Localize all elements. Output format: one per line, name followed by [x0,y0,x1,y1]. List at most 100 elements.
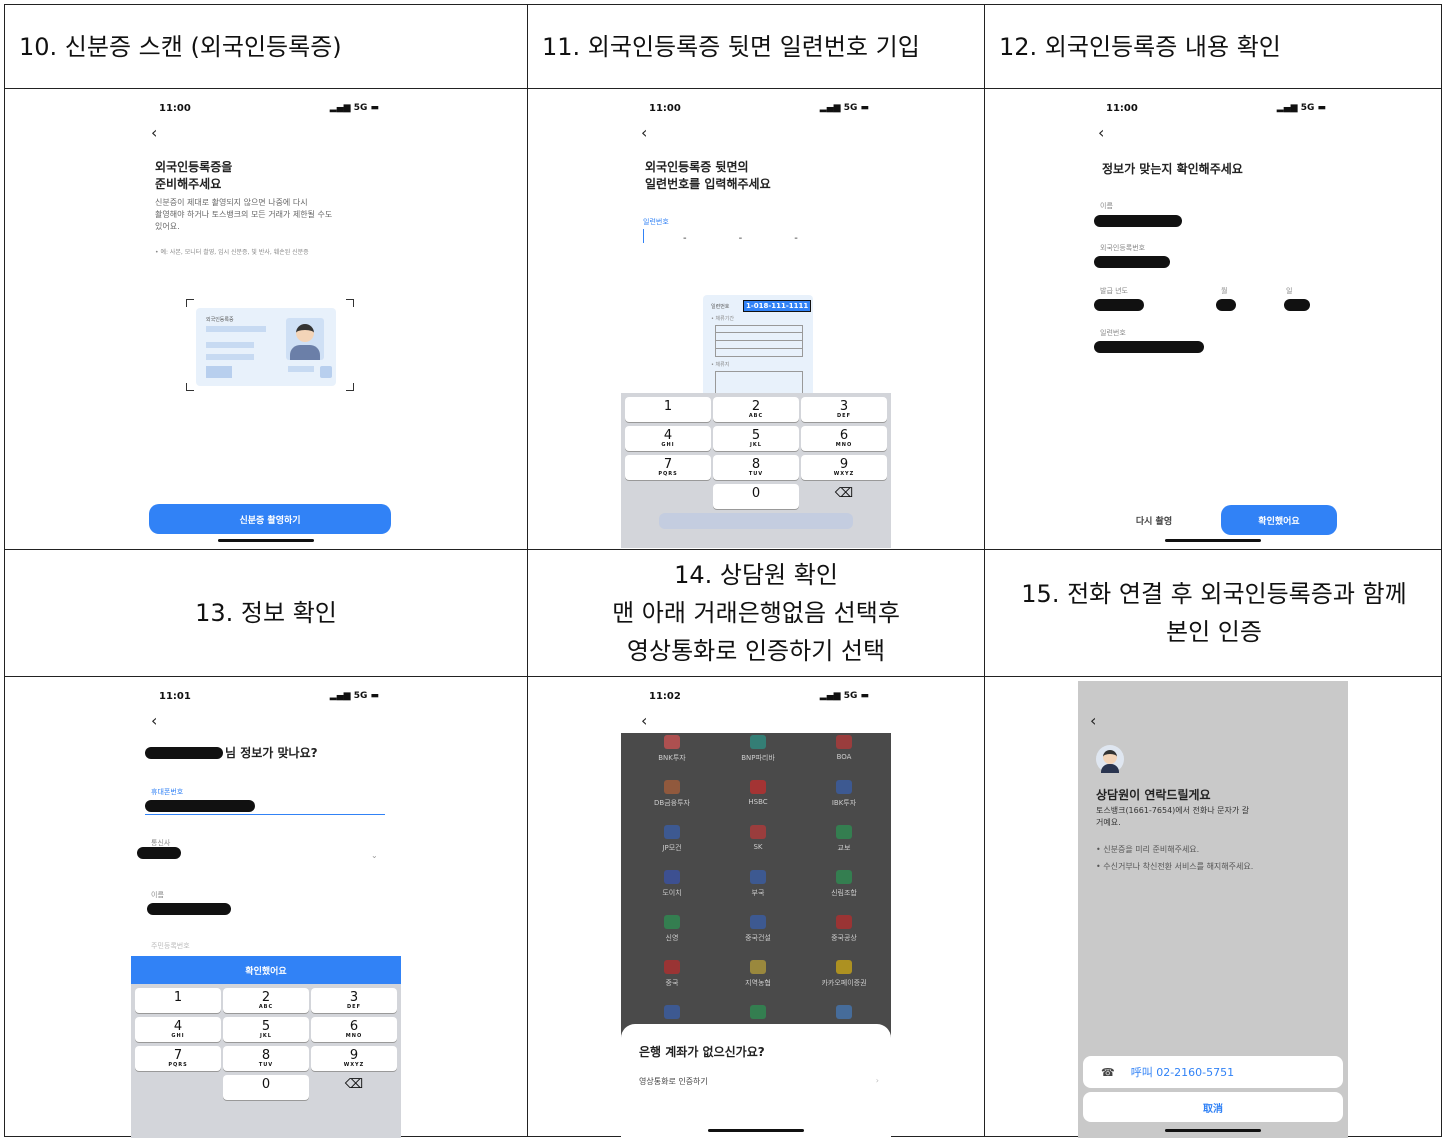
bank-item[interactable]: 카카오페이증권 [801,960,887,988]
call-button[interactable]: ☎ 呼叫 02-2160-5751 [1083,1056,1343,1088]
bank-logo-icon [750,780,766,794]
key-digit: 6 [839,428,849,443]
disabled-next-button[interactable] [659,513,853,529]
keypad-key[interactable]: 1 [135,988,221,1013]
bank-logo-icon [836,780,852,794]
keypad-key[interactable]: 9 WXYZ [311,1046,397,1071]
key-digit: 9 [839,457,849,472]
backspace-key[interactable]: ⌫ [311,1075,397,1100]
serial-field-label: 일련번호 [643,218,669,226]
bank-item[interactable]: 신영 [629,915,715,943]
bank-logo-icon [664,960,680,974]
back-icon[interactable]: ‹ [641,711,647,730]
bank-name: BOA [836,753,852,761]
serial-label: 일련번호 [1100,329,1126,337]
header-text: 10. 신분증 스캔 (외국인등록증) [19,32,342,61]
bank-item[interactable]: 중국건설 [715,915,801,943]
take-photo-button[interactable]: 신분증 촬영하기 [149,504,391,534]
key-digit: 4 [663,428,673,443]
back-icon[interactable]: ‹ [1090,711,1096,730]
bank-item[interactable]: SK [715,825,801,851]
step-15-header: 15. 전화 연결 후 외국인등록증과 함께 본인 인증 [985,550,1443,676]
signal-indicator: ▂▄▆ 5G ▬ [819,103,869,113]
bank-name: 신림조합 [831,889,857,897]
name-label: 이름 [151,891,164,899]
key-digit: ⌫ [834,486,854,501]
chevron-right-icon: › [875,1076,879,1085]
keypad-key[interactable]: 3 DEF [801,397,887,422]
keypad-key[interactable]: 5 JKL [713,426,799,451]
bank-item[interactable]: 부국 [715,870,801,898]
backspace-key[interactable]: ⌫ [801,484,887,509]
bank-item[interactable]: HSBC [715,780,801,806]
serial-field-separators[interactable]: --- [683,233,850,244]
bank-item[interactable]: BNP파리바 [715,735,801,763]
keypad-key[interactable]: 7 PQRS [135,1046,221,1071]
key-letters: PQRS [168,1062,188,1068]
bank-item[interactable]: BOA [801,735,887,761]
confirm-button[interactable]: 확인했어요 [131,956,401,984]
phone-label: 휴대폰번호 [151,788,184,796]
keypad-key[interactable]: 8 TUV [713,455,799,480]
keypad-key[interactable]: 2 ABC [713,397,799,422]
video-call-option[interactable]: 영상통화로 인증하기 › [639,1076,879,1087]
keypad-key[interactable]: 0 [223,1075,309,1100]
network-type: 5G [353,691,368,701]
redacted-name [147,903,231,915]
bank-item[interactable]: 지역농협 [715,960,801,988]
bank-name: 신영 [665,934,679,942]
back-icon[interactable]: ‹ [151,711,157,730]
status-bar: 11:00 ▂▄▆ 5G ▬ [621,103,891,117]
cancel-button[interactable]: 取消 [1083,1092,1343,1122]
key-letters: ABC [748,413,764,419]
bank-item[interactable]: 중국공상 [801,915,887,943]
keypad-key[interactable]: 4 GHI [625,426,711,451]
bank-logo-icon [836,1005,852,1019]
keypad-key[interactable]: 7 PQRS [625,455,711,480]
key-digit: 8 [751,457,761,472]
redacted-year [1094,299,1144,311]
status-bar: 11:00 ▂▄▆ 5G ▬ [131,103,401,117]
key-digit: 3 [349,990,359,1005]
back-icon[interactable]: ‹ [1098,123,1104,142]
key-letters: TUV [258,1062,274,1068]
keypad-key[interactable]: 0 [713,484,799,509]
keypad-key[interactable]: 3 DEF [311,988,397,1013]
bank-logo-icon [664,870,680,884]
key-digit: ⌫ [344,1077,364,1092]
chevron-down-icon[interactable]: ⌄ [371,851,378,860]
bank-logo-icon [750,825,766,839]
keypad-key[interactable]: 8 TUV [223,1046,309,1071]
bank-logo-icon [750,870,766,884]
retake-button[interactable]: 다시 촬영 [1096,505,1212,535]
redacted-phone [145,800,255,812]
back-icon[interactable]: ‹ [151,123,157,142]
key-letters: DEF [837,413,851,419]
keypad-key[interactable]: 1 [625,397,711,422]
confirm-button[interactable]: 확인했어요 [1221,505,1337,535]
bank-item[interactable]: DB금융투자 [629,780,715,808]
keypad-key[interactable]: 6 MNO [801,426,887,451]
bank-item[interactable]: 중국 [629,960,715,988]
keypad-key[interactable]: 6 MNO [311,1017,397,1042]
bank-item[interactable]: JP모건 [629,825,715,853]
bank-item[interactable]: 교보 [801,825,887,853]
phone-field-underline[interactable] [145,814,385,815]
keypad-key[interactable]: 9 WXYZ [801,455,887,480]
bank-logo-icon [836,735,852,749]
signal-indicator: ▂▄▆ 5G ▬ [819,691,869,701]
keypad-key[interactable]: 2 ABC [223,988,309,1013]
back-icon[interactable]: ‹ [641,123,647,142]
header-line: 15. 전화 연결 후 외국인등록증과 함께 [1021,580,1407,608]
bank-logo-icon [750,1005,766,1019]
bank-item[interactable]: BNK투자 [629,735,715,763]
key-digit: 2 [751,399,761,414]
option-label: 영상통화로 인증하기 [639,1077,708,1086]
bank-name: 중국건설 [745,934,771,942]
keypad-key[interactable]: 5 JKL [223,1017,309,1042]
bank-item[interactable]: IBK투자 [801,780,887,808]
keypad-key[interactable]: 4 GHI [135,1017,221,1042]
card-row-label: • 체류지 [711,362,730,368]
bank-item[interactable]: 신림조합 [801,870,887,898]
bank-item[interactable]: 도이치 [629,870,715,898]
